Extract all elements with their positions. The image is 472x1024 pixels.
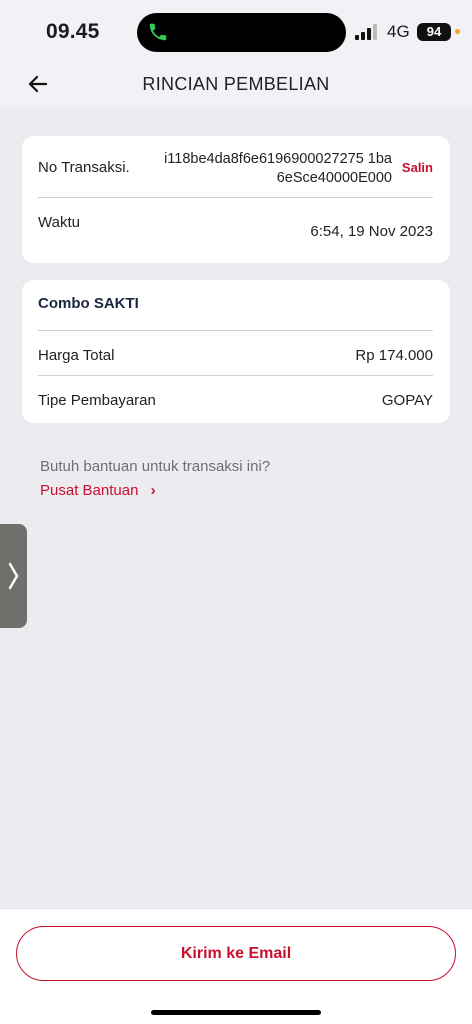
payment-type-label: Tipe Pembayaran (38, 392, 156, 409)
chevron-right-icon (8, 562, 19, 590)
help-center-link[interactable]: Pusat Bantuan › (40, 482, 156, 499)
time-label: Waktu (38, 214, 80, 231)
transaction-id-label: No Transaksi. (38, 159, 130, 176)
side-panel-handle[interactable] (0, 524, 27, 628)
time-value: 6:54, 19 Nov 2023 (310, 223, 433, 240)
send-email-button[interactable]: Kirim ke Email (16, 926, 456, 981)
bottom-action-bar: Kirim ke Email (0, 908, 472, 1024)
status-bar: 09.45 4G 94 (0, 0, 472, 62)
network-type: 4G (387, 22, 410, 41)
signal-icon (355, 24, 377, 40)
home-indicator[interactable] (151, 1010, 321, 1015)
divider (38, 197, 433, 198)
product-name: Combo SAKTI (38, 295, 139, 312)
dynamic-island[interactable] (137, 13, 346, 52)
transaction-id-value: i118be4da8f6e6196900027275 1ba6eSce40000… (164, 151, 392, 186)
transaction-card: No Transaksi. i118be4da8f6e6196900027275… (22, 136, 450, 263)
help-question: Butuh bantuan untuk transaksi ini? (40, 458, 271, 475)
page-title: RINCIAN PEMBELIAN (142, 74, 330, 94)
purchase-card: Combo SAKTI Harga Total Rp 174.000 Tipe … (22, 280, 450, 423)
divider (38, 330, 433, 331)
total-price-label: Harga Total (38, 347, 115, 364)
help-center-label: Pusat Bantuan (40, 482, 139, 499)
divider (38, 375, 433, 376)
payment-type-value: GOPAY (381, 392, 433, 409)
battery-indicator: 94 (417, 23, 451, 41)
privacy-dot (455, 29, 460, 34)
total-price-value: Rp 174.000 (355, 347, 433, 364)
page-header: RINCIAN PEMBELIAN (0, 62, 472, 108)
phone-icon (149, 23, 167, 41)
copy-button[interactable]: Salin (402, 160, 433, 175)
chevron-right-icon: › (150, 482, 156, 499)
status-time: 09.45 (46, 20, 100, 43)
